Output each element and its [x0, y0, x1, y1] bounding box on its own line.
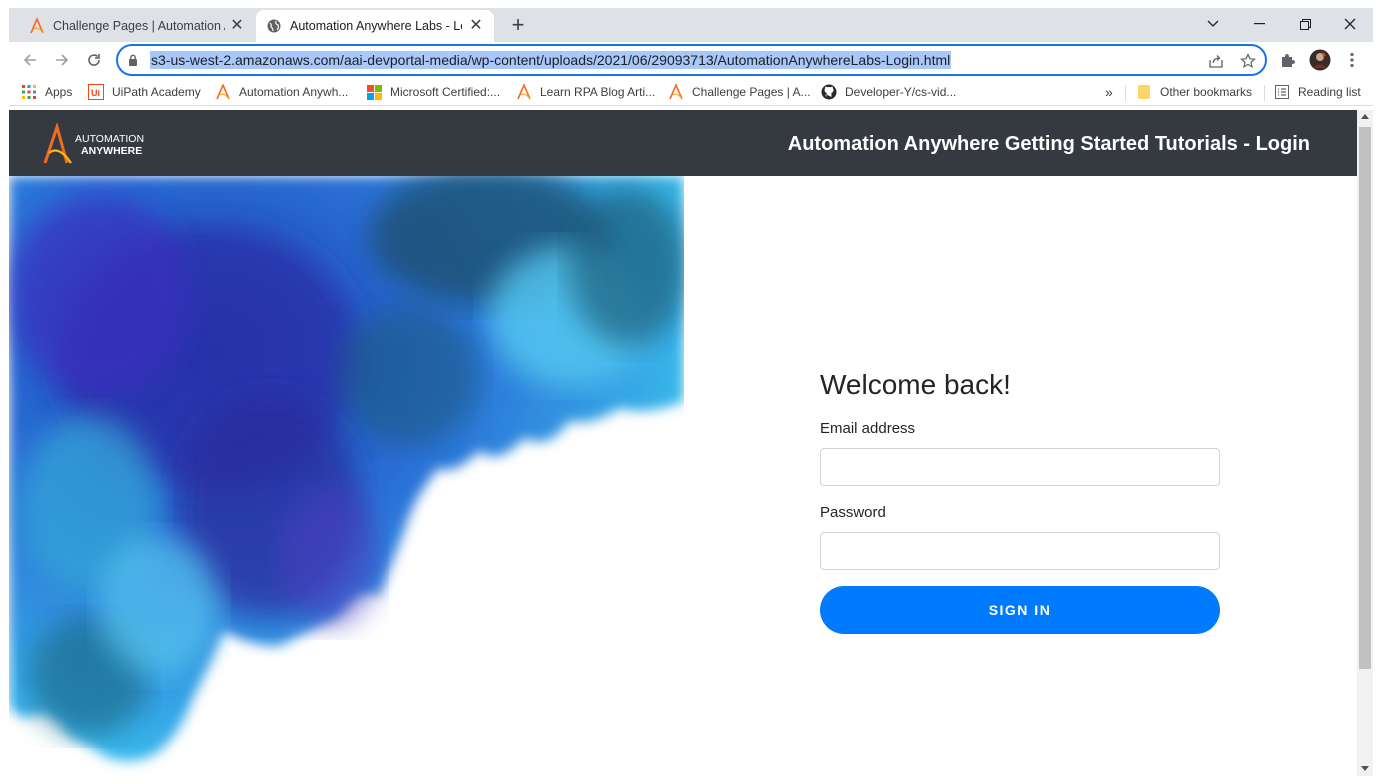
reload-button[interactable]	[80, 46, 108, 74]
scrollbar-thumb[interactable]	[1359, 127, 1371, 669]
tab-strip: Challenge Pages | Automation Anywhere ✕ …	[9, 8, 1373, 42]
tab-search-button[interactable]	[1190, 10, 1236, 38]
uipath-icon: Ui	[88, 84, 104, 100]
page-scrollbar[interactable]	[1357, 110, 1373, 776]
bookmark-label: UiPath Academy	[112, 85, 201, 99]
tab-automation-anywhere-labs[interactable]: Automation Anywhere Labs - Login ✕	[256, 10, 494, 42]
bookmark-automation-anywhere[interactable]: Automation Anywh...	[215, 83, 348, 101]
bookmark-developer-y[interactable]: Developer-Y/cs-vid...	[821, 83, 956, 101]
bookmark-other-bookmarks[interactable]: Other bookmarks	[1136, 83, 1252, 101]
automation-anywhere-icon	[215, 84, 231, 100]
login-form: Welcome back! Email address Password SIG…	[820, 368, 1220, 634]
bookmark-label: Learn RPA Blog Arti...	[540, 85, 656, 99]
bookmark-label: Other bookmarks	[1160, 85, 1253, 99]
close-tab-icon[interactable]: ✕	[229, 18, 245, 34]
folder-icon	[1136, 84, 1152, 100]
minimize-button[interactable]	[1236, 10, 1282, 38]
automation-anywhere-logo: AUTOMATION ANYWHERE	[43, 121, 163, 165]
forward-button[interactable]	[48, 46, 76, 74]
bookmark-apps[interactable]: Apps	[21, 83, 72, 101]
bookmark-label: Challenge Pages | A...	[692, 85, 811, 99]
bookmark-microsoft-certified[interactable]: Microsoft Certified:...	[366, 83, 500, 101]
kebab-menu-icon	[1350, 52, 1354, 68]
restore-button[interactable]	[1282, 10, 1328, 38]
extensions-button[interactable]	[1274, 46, 1302, 74]
lock-icon[interactable]	[128, 53, 138, 71]
bookmark-challenge-pages[interactable]: Challenge Pages | A...	[668, 83, 811, 101]
bookmark-label: Developer-Y/cs-vid...	[845, 85, 957, 99]
restore-icon	[1299, 18, 1311, 30]
close-tab-icon[interactable]: ✕	[468, 18, 484, 34]
apps-grid-icon	[21, 84, 37, 100]
email-field[interactable]	[820, 448, 1220, 486]
microsoft-icon	[366, 84, 382, 100]
tab-title: Challenge Pages | Automation Anywhere	[53, 19, 225, 33]
forward-arrow-icon	[56, 54, 69, 66]
bookmark-label: Automation Anywh...	[239, 85, 349, 99]
reload-icon	[88, 54, 100, 66]
logo-text-line1: AUTOMATION	[75, 133, 144, 145]
address-bar[interactable]: s3-us-west-2.amazonaws.com/aai-devportal…	[116, 44, 1267, 76]
reading-list-icon	[1274, 84, 1290, 100]
puzzle-icon	[1282, 54, 1295, 67]
svg-text:Ui: Ui	[91, 88, 100, 98]
bookmark-label: Microsoft Certified:...	[390, 85, 501, 99]
page-title: Automation Anywhere Getting Started Tuto…	[787, 133, 1310, 155]
bookmark-label: Apps	[45, 85, 73, 99]
overflow-chevron-icon: »	[1105, 84, 1113, 100]
password-field[interactable]	[820, 532, 1220, 570]
minimize-icon	[1253, 23, 1265, 25]
back-arrow-icon	[23, 54, 36, 66]
bookmark-divider	[1264, 85, 1265, 101]
share-icon[interactable]	[1206, 51, 1226, 71]
close-icon	[1344, 18, 1356, 30]
url-text[interactable]: s3-us-west-2.amazonaws.com/aai-devportal…	[150, 51, 952, 69]
scroll-up-arrow-icon[interactable]	[1361, 114, 1369, 119]
automation-anywhere-icon	[29, 16, 45, 34]
welcome-heading: Welcome back!	[820, 369, 1011, 400]
password-label: Password	[820, 504, 886, 521]
tab-title: Automation Anywhere Labs - Login	[290, 19, 462, 33]
bookmarks-overflow-button[interactable]: »	[1105, 83, 1113, 101]
tab-challenge-pages[interactable]: Challenge Pages | Automation Anywhere ✕	[19, 10, 255, 42]
bookmark-learn-rpa-blog[interactable]: Learn RPA Blog Arti...	[516, 83, 655, 101]
reading-list-button[interactable]: Reading list	[1274, 83, 1361, 101]
menu-button[interactable]	[1338, 46, 1366, 74]
close-window-button[interactable]	[1327, 10, 1373, 38]
bookmark-divider	[1125, 85, 1126, 101]
bookmark-label: Reading list	[1298, 85, 1361, 99]
globe-icon	[266, 18, 282, 34]
new-tab-button[interactable]: +	[505, 12, 531, 38]
email-label: Email address	[820, 420, 916, 437]
browser-window: Challenge Pages | Automation Anywhere ✕ …	[9, 8, 1373, 776]
browser-toolbar: s3-us-west-2.amazonaws.com/aai-devportal…	[9, 42, 1373, 78]
sign-in-button[interactable]: SIGN IN	[820, 586, 1220, 634]
ink-splash-image	[9, 166, 689, 776]
automation-anywhere-icon	[668, 84, 684, 100]
profile-button[interactable]	[1306, 46, 1334, 74]
chevron-down-icon	[1207, 20, 1219, 27]
site-header: AUTOMATION ANYWHERE Automation Anywhere …	[9, 110, 1357, 176]
back-button[interactable]	[16, 46, 44, 74]
scroll-down-arrow-icon[interactable]	[1361, 766, 1369, 771]
automation-anywhere-icon	[516, 84, 532, 100]
bookmarks-bar: Apps Ui UiPath Academy Automation Anywh.…	[9, 78, 1373, 106]
bookmark-uipath-academy[interactable]: Ui UiPath Academy	[88, 83, 201, 101]
logo-text-line2: ANYWHERE	[81, 145, 142, 157]
github-icon	[821, 84, 837, 100]
page-content: AUTOMATION ANYWHERE Automation Anywhere …	[9, 110, 1357, 776]
avatar	[1309, 49, 1331, 71]
star-icon[interactable]	[1238, 51, 1258, 71]
